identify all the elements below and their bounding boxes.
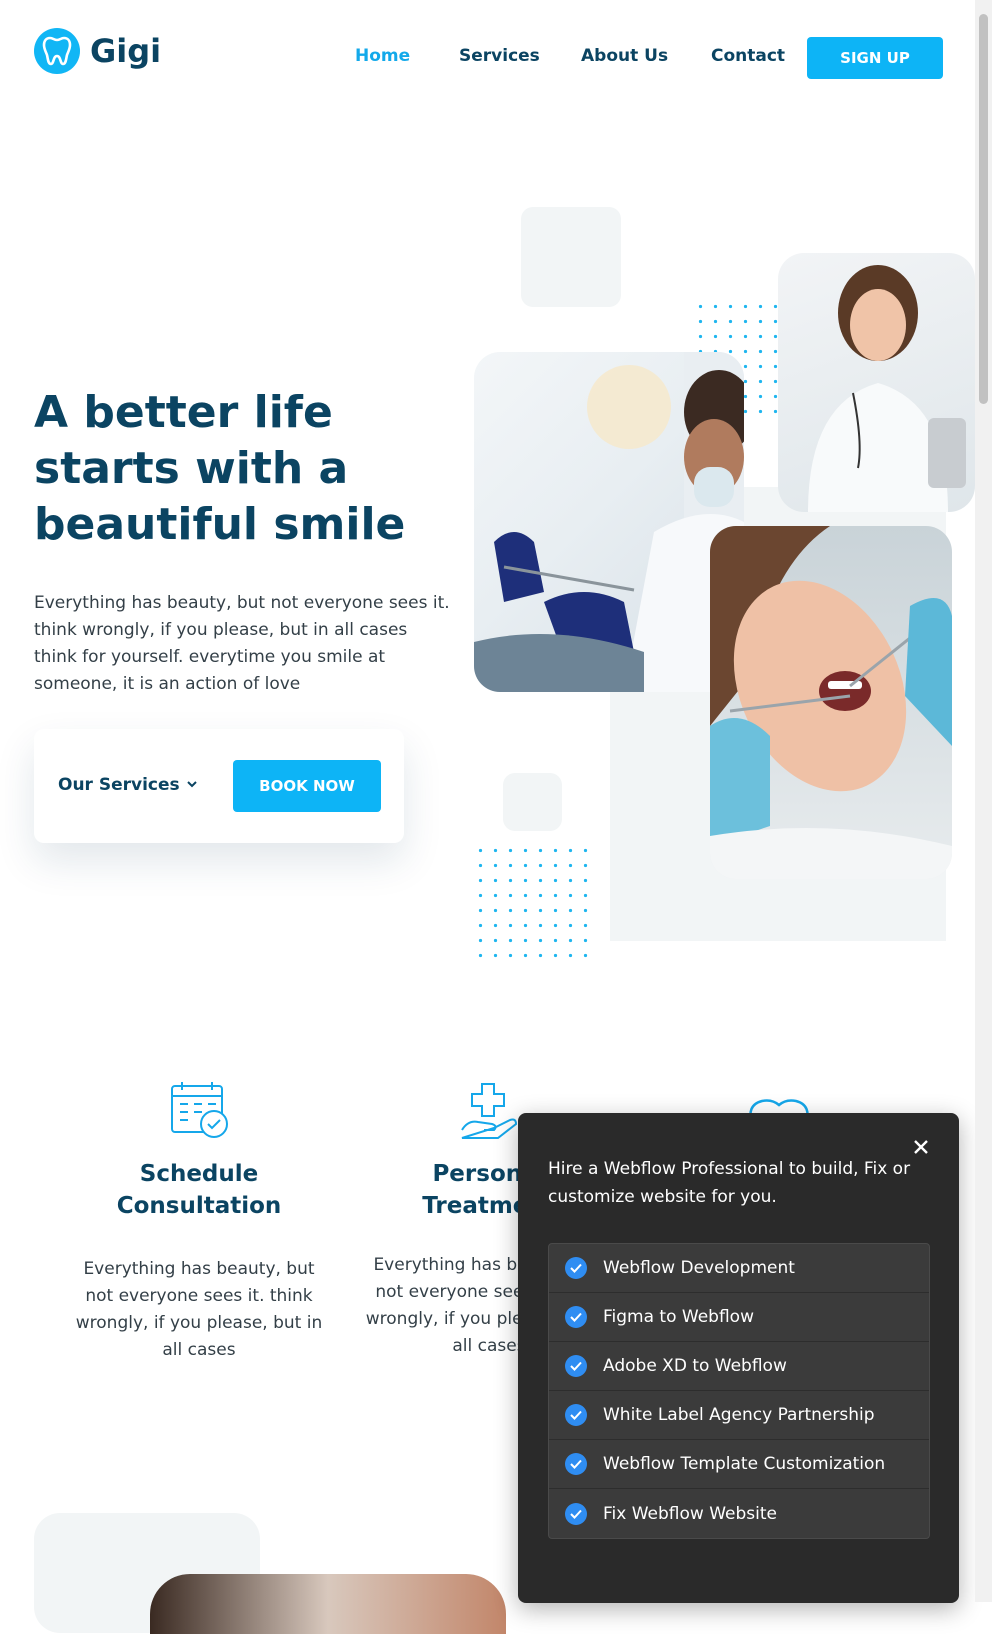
list-item-label: Webflow Template Customization	[603, 1454, 886, 1474]
hero-description: Everything has beauty, but not everyone …	[34, 593, 450, 694]
check-circle-icon	[565, 1453, 587, 1475]
our-services-label: Our Services	[58, 775, 180, 795]
photo-female-dentist	[778, 253, 975, 512]
nav-contact[interactable]: Contact	[711, 46, 785, 66]
book-now-button[interactable]: BOOK NOW	[233, 760, 381, 812]
nav-services[interactable]: Services	[459, 46, 540, 66]
scrollbar-thumb[interactable]	[979, 14, 988, 404]
check-circle-icon	[565, 1355, 587, 1377]
feature-title: Schedule Consultation	[116, 1161, 282, 1219]
list-item-label: Figma to Webflow	[603, 1307, 754, 1327]
hero-title: A better life starts with a beautiful sm…	[34, 387, 406, 550]
check-circle-icon	[565, 1257, 587, 1279]
check-circle-icon	[565, 1502, 587, 1525]
list-item-label: Fix Webflow Website	[603, 1503, 777, 1524]
list-item[interactable]: White Label Agency Partnership	[549, 1391, 929, 1440]
decor-square-small	[503, 773, 562, 831]
brand-name: Gigi	[90, 32, 162, 70]
list-item[interactable]: Webflow Template Customization	[549, 1440, 929, 1489]
photo-patient-smile	[710, 526, 952, 879]
calendar-check-icon	[74, 1080, 324, 1142]
list-item-label: Adobe XD to Webflow	[603, 1356, 787, 1376]
photo-bottom	[150, 1574, 506, 1634]
tooth-logo-icon	[34, 28, 80, 74]
sign-up-button[interactable]: SIGN UP	[807, 37, 943, 79]
list-item[interactable]: Adobe XD to Webflow	[549, 1342, 929, 1391]
list-item[interactable]: Figma to Webflow	[549, 1293, 929, 1342]
our-services-dropdown[interactable]: Our Services	[58, 775, 198, 795]
nav-home[interactable]: Home	[355, 46, 410, 66]
brand-logo[interactable]: Gigi	[34, 28, 161, 74]
webflow-hire-popup: Hire a Webflow Professional to build, Fi…	[518, 1113, 959, 1603]
list-item-label: White Label Agency Partnership	[603, 1405, 875, 1425]
chevron-down-icon	[186, 775, 198, 795]
check-circle-icon	[565, 1306, 587, 1328]
popup-service-list: Webflow Development Figma to Webflow Ado…	[548, 1243, 930, 1539]
list-item[interactable]: Webflow Development	[549, 1244, 929, 1293]
list-item-label: Webflow Development	[603, 1258, 795, 1278]
nav-about-us[interactable]: About Us	[581, 46, 668, 66]
list-item[interactable]: Fix Webflow Website	[549, 1489, 929, 1538]
decor-square	[521, 207, 621, 307]
hero-cta-card: Our Services BOOK NOW	[34, 729, 404, 843]
feature-text: Everything has beauty, but not everyone …	[75, 1259, 323, 1360]
feature-schedule-consultation: Schedule Consultation Everything has bea…	[74, 1080, 324, 1364]
popup-message: Hire a Webflow Professional to build, Fi…	[548, 1159, 911, 1207]
dot-pattern	[473, 843, 593, 963]
check-circle-icon	[565, 1404, 587, 1426]
photo-dentist-working	[474, 352, 744, 692]
